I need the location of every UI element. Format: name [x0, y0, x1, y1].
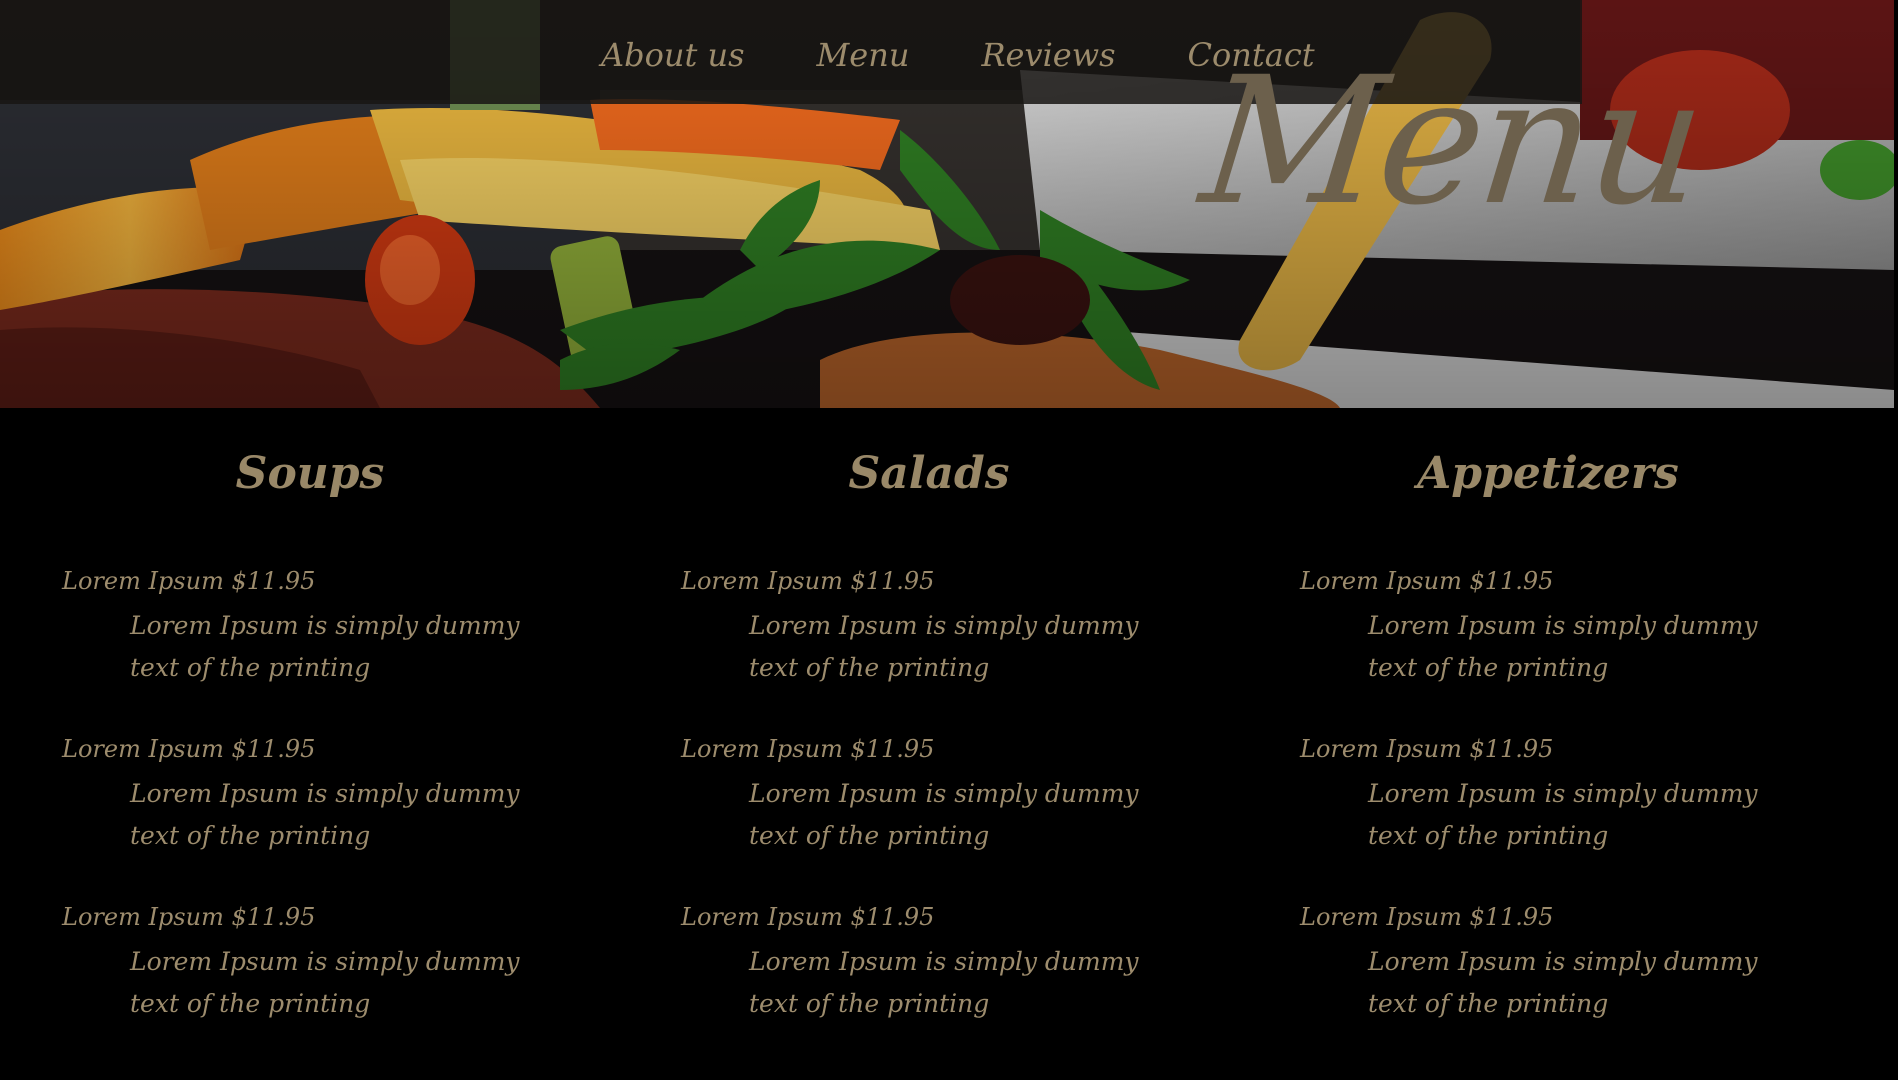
menu-item: Lorem Ipsum $11.95 Lorem Ipsum is simply… [62, 733, 622, 901]
menu-item-title: Lorem Ipsum $11.95 [62, 567, 316, 595]
column-heading: Salads [848, 448, 1010, 499]
menu-item: Lorem Ipsum $11.95 Lorem Ipsum is simply… [1300, 901, 1860, 1069]
menu-item-description: Lorem Ipsum is simply dummy text of the … [1368, 611, 1758, 682]
menu-item: Lorem Ipsum $11.95 Lorem Ipsum is simply… [1300, 733, 1860, 901]
menu-item: Lorem Ipsum $11.95 Lorem Ipsum is simply… [681, 733, 1241, 901]
menu-item-title: Lorem Ipsum $11.95 [62, 903, 316, 931]
menu-item-list: Lorem Ipsum $11.95 Lorem Ipsum is simply… [1300, 565, 1860, 1069]
main-nav: About us Menu Reviews Contact [601, 36, 1315, 74]
menu-item-title: Lorem Ipsum $11.95 [681, 567, 935, 595]
menu-item-description: Lorem Ipsum is simply dummy text of the … [130, 947, 520, 1018]
nav-link-menu[interactable]: Menu [817, 36, 910, 74]
menu-item-title: Lorem Ipsum $11.95 [681, 735, 935, 763]
menu-item: Lorem Ipsum $11.95 Lorem Ipsum is simply… [62, 901, 622, 1069]
menu-item: Lorem Ipsum $11.95 Lorem Ipsum is simply… [681, 565, 1241, 733]
menu-item-description: Lorem Ipsum is simply dummy text of the … [130, 779, 520, 850]
nav-link-about-us[interactable]: About us [601, 36, 745, 74]
menu-item-description: Lorem Ipsum is simply dummy text of the … [1368, 947, 1758, 1018]
menu-item-description: Lorem Ipsum is simply dummy text of the … [1368, 779, 1758, 850]
menu-item-title: Lorem Ipsum $11.95 [1300, 735, 1554, 763]
menu-item: Lorem Ipsum $11.95 Lorem Ipsum is simply… [1300, 565, 1860, 733]
menu-item-description: Lorem Ipsum is simply dummy text of the … [749, 947, 1139, 1018]
page-title: Menu [1193, 39, 1710, 244]
menu-item-list: Lorem Ipsum $11.95 Lorem Ipsum is simply… [62, 565, 622, 1069]
menu-item: Lorem Ipsum $11.95 Lorem Ipsum is simply… [62, 565, 622, 733]
menu-item-title: Lorem Ipsum $11.95 [1300, 903, 1554, 931]
menu-item-title: Lorem Ipsum $11.95 [1300, 567, 1554, 595]
menu-item-list: Lorem Ipsum $11.95 Lorem Ipsum is simply… [681, 565, 1241, 1069]
nav-link-reviews[interactable]: Reviews [981, 36, 1115, 74]
column-heading: Soups [235, 448, 385, 499]
menu-item-description: Lorem Ipsum is simply dummy text of the … [130, 611, 520, 682]
menu-columns: Soups Lorem Ipsum $11.95 Lorem Ipsum is … [0, 440, 1894, 1080]
menu-item: Lorem Ipsum $11.95 Lorem Ipsum is simply… [681, 901, 1241, 1069]
menu-item-description: Lorem Ipsum is simply dummy text of the … [749, 779, 1139, 850]
column-heading: Appetizers [1417, 448, 1679, 499]
menu-item-description: Lorem Ipsum is simply dummy text of the … [749, 611, 1139, 682]
menu-item-title: Lorem Ipsum $11.95 [681, 903, 935, 931]
menu-item-title: Lorem Ipsum $11.95 [62, 735, 316, 763]
